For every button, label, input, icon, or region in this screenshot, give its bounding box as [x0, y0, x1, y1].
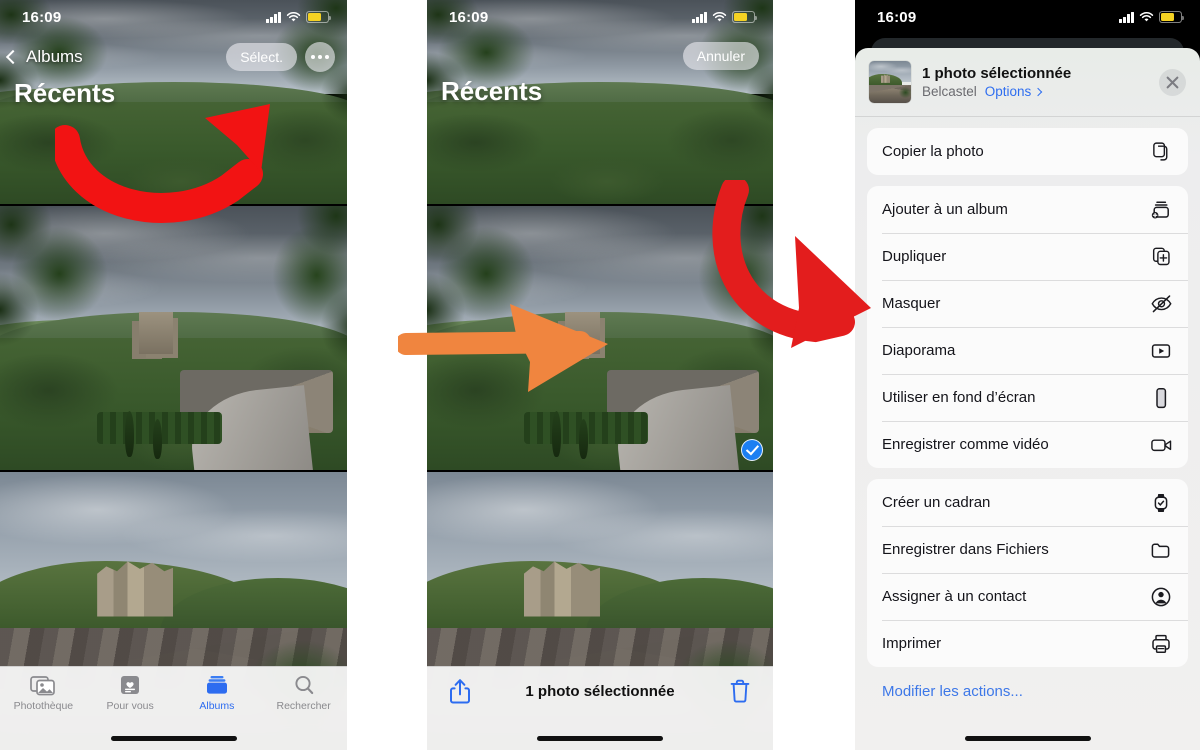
- action-label: Diaporama: [882, 342, 956, 359]
- share-sheet-header: 1 photo sélectionnée Belcastel Options: [855, 48, 1200, 117]
- page-title: Récents: [14, 78, 116, 108]
- action-label: Assigner à un contact: [882, 588, 1027, 605]
- close-button[interactable]: [1159, 68, 1186, 96]
- video-icon: [1149, 433, 1173, 457]
- action-print[interactable]: Imprimer: [867, 620, 1188, 667]
- duplicate-icon: [1149, 245, 1173, 269]
- action-label: Utiliser en fond d’écran: [882, 389, 1036, 406]
- signal-bars-icon: [692, 11, 707, 23]
- phone-screen-selection-mode: 16:09 Annuler Récents 1 photo sélectionn…: [427, 0, 773, 750]
- tab-search[interactable]: Rechercher: [260, 674, 347, 712]
- photo-cell-2[interactable]: [0, 206, 347, 470]
- phone-screen-share-sheet: 16:09 1 photo sélectionnée Belcastel Opt…: [855, 0, 1200, 750]
- action-use-as-wallpaper[interactable]: Utiliser en fond d’écran: [867, 374, 1188, 421]
- status-time: 16:09: [877, 8, 917, 26]
- options-link[interactable]: Options: [984, 84, 1043, 100]
- search-icon: [295, 675, 313, 695]
- share-sheet-subtitle: Belcastel: [922, 84, 977, 100]
- contact-icon: [1149, 585, 1173, 609]
- tab-label: Albums: [199, 700, 235, 712]
- action-label: Copier la photo: [882, 143, 984, 160]
- share-icon[interactable]: [449, 678, 471, 705]
- phone-screen-albums-recents: 16:09 Albums Sélect. Récents Photothèque…: [0, 0, 347, 750]
- chevron-right-icon: [1034, 87, 1043, 97]
- status-time: 16:09: [449, 8, 489, 26]
- action-label: Dupliquer: [882, 248, 947, 265]
- more-options-button[interactable]: [305, 42, 335, 72]
- action-duplicate[interactable]: Dupliquer: [867, 233, 1188, 280]
- action-save-to-files[interactable]: Enregistrer dans Fichiers: [867, 526, 1188, 573]
- add-to-album-icon: [1149, 198, 1173, 222]
- slideshow-icon: [1149, 339, 1173, 363]
- edit-actions-link[interactable]: Modifier les actions...: [855, 678, 1200, 700]
- action-save-as-video[interactable]: Enregistrer comme vidéo: [867, 421, 1188, 468]
- trash-icon[interactable]: [729, 678, 751, 705]
- status-bar: 16:09: [0, 0, 347, 34]
- status-time: 16:09: [22, 8, 62, 26]
- action-label: Enregistrer dans Fichiers: [882, 541, 1049, 558]
- tab-label: Rechercher: [276, 700, 331, 712]
- albums-icon: [206, 676, 227, 694]
- tab-for-you[interactable]: Pour vous: [87, 674, 174, 712]
- action-group-3: Créer un cadran Enregistrer dans Fichier…: [867, 479, 1188, 667]
- eye-slash-icon: [1149, 292, 1173, 316]
- folder-icon: [1149, 538, 1173, 562]
- wallpaper-icon: [1149, 386, 1173, 410]
- status-bar: 16:09: [855, 0, 1200, 34]
- photos-library-icon: [30, 676, 56, 696]
- tab-photo-library[interactable]: Photothèque: [0, 674, 87, 712]
- screenshot-stage: 16:09 Albums Sélect. Récents Photothèque…: [0, 0, 1200, 750]
- action-hide[interactable]: Masquer: [867, 280, 1188, 327]
- action-group-2: Ajouter à un album Dupliquer Masquer Dia…: [867, 186, 1188, 468]
- home-indicator[interactable]: [537, 736, 663, 741]
- photo-grid: [0, 0, 347, 750]
- photo-thumbnail: [869, 61, 911, 103]
- signal-bars-icon: [1119, 11, 1134, 23]
- for-you-icon: [121, 676, 140, 694]
- tab-label: Photothèque: [13, 700, 74, 712]
- page-title: Récents: [441, 76, 543, 106]
- action-label: Ajouter à un album: [882, 201, 1008, 218]
- close-icon: [1166, 76, 1179, 88]
- action-assign-to-contact[interactable]: Assigner à un contact: [867, 573, 1188, 620]
- action-add-to-album[interactable]: Ajouter à un album: [867, 186, 1188, 233]
- battery-low-power-icon: [732, 11, 758, 23]
- back-button-label: Albums: [26, 47, 83, 66]
- photo-grid: [427, 0, 773, 750]
- home-indicator[interactable]: [110, 736, 237, 741]
- battery-low-power-icon: [306, 11, 332, 23]
- selection-checkmark-icon[interactable]: [741, 439, 763, 461]
- back-button-albums[interactable]: Albums: [5, 47, 83, 67]
- action-label: Enregistrer comme vidéo: [882, 436, 1049, 453]
- action-slideshow[interactable]: Diaporama: [867, 327, 1188, 374]
- select-button[interactable]: Sélect.: [226, 43, 297, 71]
- photo-cell-2-selected[interactable]: [427, 206, 773, 470]
- status-bar: 16:09: [427, 0, 773, 34]
- action-label: Créer un cadran: [882, 494, 991, 511]
- selection-count-label: 1 photo sélectionnée: [525, 683, 675, 700]
- wifi-icon: [286, 12, 301, 22]
- signal-bars-icon: [266, 11, 281, 23]
- options-label: Options: [984, 84, 1032, 100]
- wifi-icon: [712, 12, 727, 22]
- action-copy-photo[interactable]: Copier la photo: [867, 128, 1188, 175]
- navigation-bar: Annuler Récents: [427, 34, 773, 106]
- copy-icon: [1149, 140, 1173, 164]
- chevron-left-icon: [5, 49, 21, 65]
- action-create-watch-face[interactable]: Créer un cadran: [867, 479, 1188, 526]
- wifi-icon: [1139, 12, 1154, 22]
- action-label: Imprimer: [882, 635, 942, 652]
- printer-icon: [1149, 632, 1173, 656]
- home-indicator[interactable]: [964, 736, 1091, 741]
- cancel-button[interactable]: Annuler: [682, 42, 759, 70]
- battery-low-power-icon: [1159, 11, 1185, 23]
- share-sheet-title: 1 photo sélectionnée: [922, 64, 1072, 82]
- watch-face-icon: [1149, 491, 1173, 515]
- tab-label: Pour vous: [106, 700, 154, 712]
- tab-albums[interactable]: Albums: [174, 674, 261, 712]
- navigation-bar: Albums Sélect. Récents: [0, 34, 347, 108]
- action-label: Masquer: [882, 295, 941, 312]
- share-sheet: 1 photo sélectionnée Belcastel Options C…: [855, 48, 1200, 750]
- action-group-1: Copier la photo: [867, 128, 1188, 175]
